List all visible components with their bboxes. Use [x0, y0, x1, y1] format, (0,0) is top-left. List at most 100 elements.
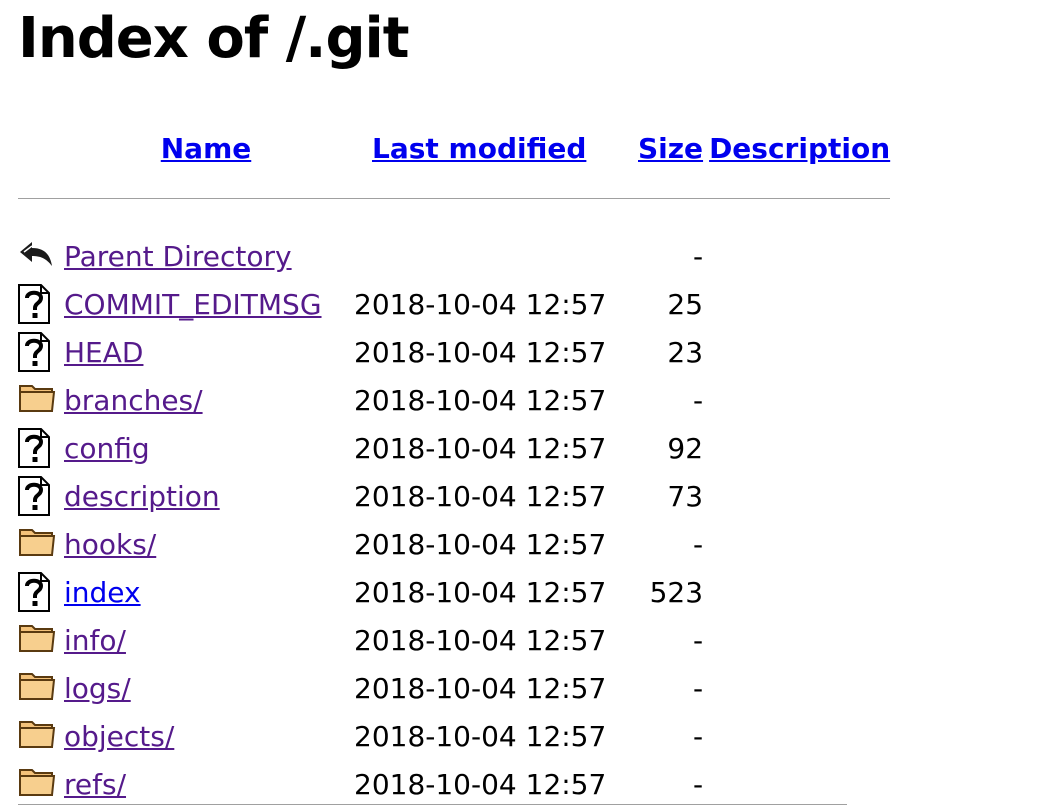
last-modified-column-header: Last modified — [348, 126, 638, 170]
row-icon-cell — [18, 760, 64, 808]
row-icon-cell — [18, 424, 64, 472]
sort-by-name-link[interactable]: Name — [161, 132, 252, 165]
row-icon-cell — [18, 568, 64, 616]
row-icon-cell — [18, 232, 64, 280]
table-row: objects/2018-10-04 12:57 - — [18, 712, 890, 760]
entry-link[interactable]: COMMIT_EDITMSG — [64, 288, 322, 321]
icon-column-header — [18, 126, 64, 170]
footer-divider — [18, 804, 847, 805]
name-column-header: Name — [64, 126, 348, 170]
row-name-cell: logs/ — [64, 664, 348, 712]
unknown-file-icon — [18, 332, 54, 372]
entry-link[interactable]: logs/ — [64, 672, 131, 705]
table-row: refs/2018-10-04 12:57 - — [18, 760, 890, 808]
entry-link[interactable]: hooks/ — [64, 528, 156, 561]
row-icon-cell — [18, 328, 64, 376]
row-size: - — [692, 527, 704, 561]
row-description — [703, 376, 890, 424]
listing-spacer — [18, 208, 890, 232]
table-row: Parent Directory - — [18, 232, 890, 280]
row-description — [703, 424, 890, 472]
row-description — [703, 712, 890, 760]
entry-link[interactable]: info/ — [64, 624, 126, 657]
table-row: branches/2018-10-04 12:57 - — [18, 376, 890, 424]
table-row: info/2018-10-04 12:57 - — [18, 616, 890, 664]
row-icon-cell — [18, 280, 64, 328]
folder-icon — [18, 764, 56, 804]
row-name-cell: description — [64, 472, 348, 520]
table-row: description 2018-10-04 12:57 73 — [18, 472, 890, 520]
listing-header-row: Name Last modified Size Description — [18, 126, 890, 170]
row-description — [703, 664, 890, 712]
entry-link[interactable]: refs/ — [64, 768, 126, 801]
sort-by-description-link[interactable]: Description — [709, 132, 890, 165]
row-last-modified: 2018-10-04 12:57 — [354, 575, 607, 609]
row-size: 523 — [649, 575, 704, 609]
row-icon-cell — [18, 376, 64, 424]
table-row: index 2018-10-04 12:57 523 — [18, 568, 890, 616]
entry-link[interactable]: objects/ — [64, 720, 174, 753]
row-description — [703, 568, 890, 616]
row-description — [703, 472, 890, 520]
entry-link[interactable]: description — [64, 480, 220, 513]
row-name-cell: refs/ — [64, 760, 348, 808]
directory-listing: Name Last modified Size Description Pare… — [18, 126, 891, 808]
row-last-modified: 2018-10-04 12:57 — [354, 479, 607, 513]
row-description — [703, 280, 890, 328]
row-description — [703, 616, 890, 664]
row-last-modified: 2018-10-04 12:57 — [354, 335, 607, 369]
folder-icon — [18, 620, 56, 660]
size-column-header: Size — [638, 126, 703, 170]
row-icon-cell — [18, 664, 64, 712]
folder-icon — [18, 380, 56, 420]
header-divider-row — [18, 170, 891, 208]
sort-by-last-modified-link[interactable]: Last modified — [372, 132, 586, 165]
row-last-modified: 2018-10-04 12:57 — [354, 287, 607, 321]
entry-link[interactable]: index — [64, 576, 141, 609]
row-size: - — [692, 719, 704, 753]
row-name-cell: objects/ — [64, 712, 348, 760]
entry-link[interactable]: branches/ — [64, 384, 203, 417]
entry-link[interactable]: HEAD — [64, 336, 143, 369]
row-name-cell: Parent Directory — [64, 232, 348, 280]
entry-link[interactable]: Parent Directory — [64, 240, 292, 273]
row-size: - — [692, 767, 704, 801]
row-size: 23 — [667, 335, 704, 369]
sort-by-size-link[interactable]: Size — [638, 132, 703, 165]
row-last-modified: 2018-10-04 12:57 — [354, 527, 607, 561]
row-last-modified: 2018-10-04 12:57 — [354, 623, 607, 657]
table-row: logs/2018-10-04 12:57 - — [18, 664, 890, 712]
row-last-modified — [348, 232, 638, 280]
row-name-cell: config — [64, 424, 348, 472]
table-row: config 2018-10-04 12:57 92 — [18, 424, 890, 472]
unknown-file-icon — [18, 428, 54, 468]
row-description — [703, 760, 890, 808]
entry-link[interactable]: config — [64, 432, 150, 465]
row-size: 92 — [667, 431, 704, 465]
table-row: hooks/2018-10-04 12:57 - — [18, 520, 890, 568]
row-icon-cell — [18, 520, 64, 568]
row-size: - — [692, 383, 704, 417]
row-last-modified: 2018-10-04 12:57 — [354, 671, 607, 705]
folder-icon — [18, 668, 56, 708]
row-size: - — [692, 671, 704, 705]
row-size: - — [692, 623, 704, 657]
header-divider — [18, 197, 891, 199]
unknown-file-icon — [18, 476, 54, 516]
description-column-header: Description — [703, 126, 890, 170]
row-name-cell: hooks/ — [64, 520, 348, 568]
row-last-modified: 2018-10-04 12:57 — [354, 431, 607, 465]
unknown-file-icon — [18, 572, 54, 612]
row-name-cell: info/ — [64, 616, 348, 664]
folder-icon — [18, 716, 56, 756]
row-description — [703, 232, 890, 280]
row-last-modified: 2018-10-04 12:57 — [354, 767, 607, 801]
row-icon-cell — [18, 472, 64, 520]
row-name-cell: HEAD — [64, 328, 348, 376]
row-description — [703, 328, 890, 376]
page-title: Index of /.git — [18, 6, 409, 71]
table-row: COMMIT_EDITMSG 2018-10-04 12:57 25 — [18, 280, 890, 328]
row-name-cell: index — [64, 568, 348, 616]
row-description — [703, 520, 890, 568]
row-name-cell: COMMIT_EDITMSG — [64, 280, 348, 328]
